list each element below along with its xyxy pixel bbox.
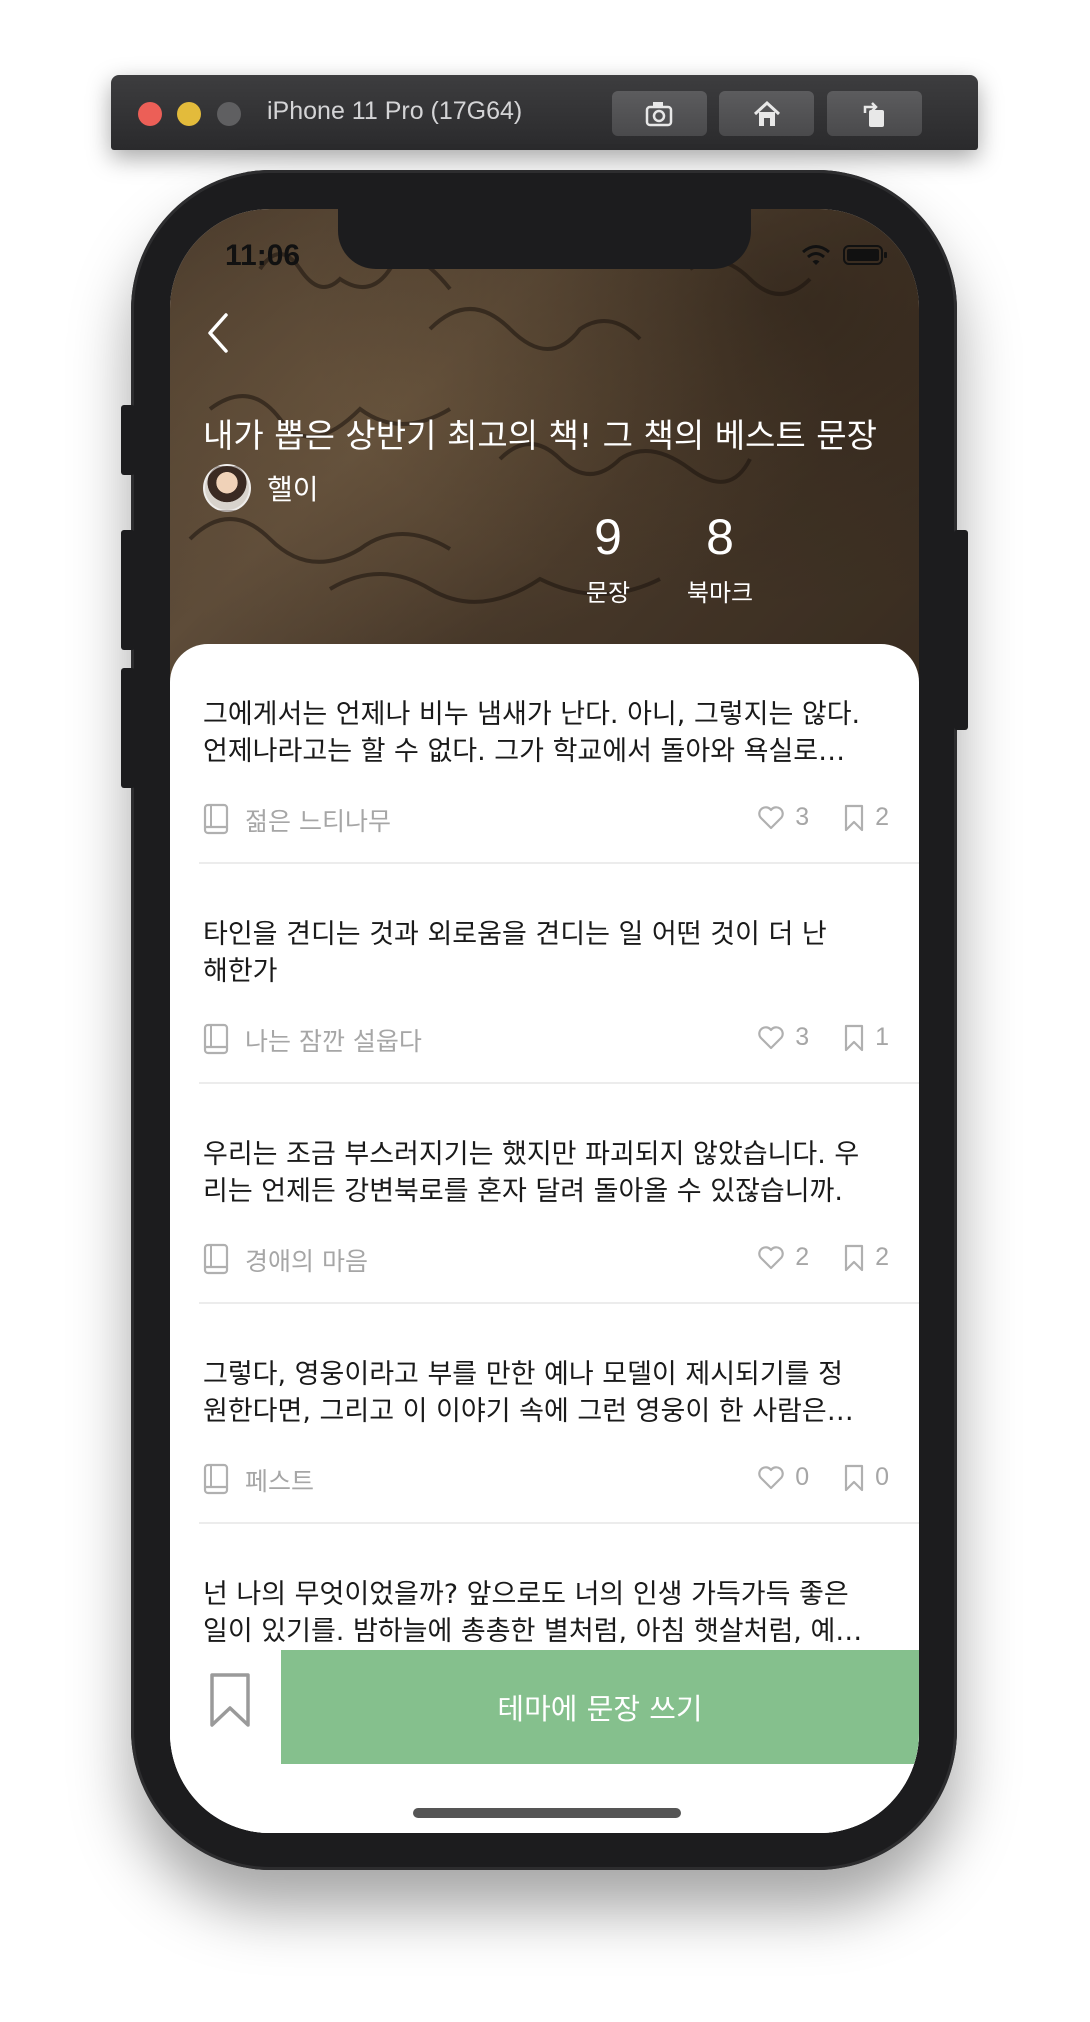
sentence-counts: 3 1	[757, 1023, 889, 1052]
sentence-item[interactable]: 그렇다, 영웅이라고 부를 만한 예나 모델이 제시되기를 정 원한다면, 그리…	[170, 1304, 919, 1524]
bookmark-count: 2	[875, 803, 889, 831]
heart-icon[interactable]	[757, 805, 785, 831]
phone-screen: 11:06 내가 뽑은 상반기 최고의 책! 그 책의 베스트 문장 핼이 9 …	[170, 209, 919, 1833]
bookmark-count-label: 북마크	[686, 579, 754, 607]
home-button[interactable]	[719, 91, 814, 136]
theme-title: 내가 뽑은 상반기 최고의 책! 그 책의 베스트 문장	[203, 416, 877, 455]
home-icon	[753, 100, 780, 126]
book-icon	[203, 1463, 229, 1495]
sentence-item[interactable]: 타인을 견디는 것과 외로움을 견디는 일 어떤 것이 더 난 해한가 나는 잠…	[170, 864, 919, 1084]
volume-down-button	[121, 668, 135, 788]
book-title: 페스트	[245, 1467, 315, 1496]
bookmark-icon[interactable]	[843, 1244, 865, 1272]
sentence-count: 9	[594, 509, 622, 565]
like-count: 0	[795, 1463, 810, 1491]
volume-up-button	[121, 530, 135, 650]
heart-icon[interactable]	[757, 1025, 785, 1051]
like-count: 2	[795, 1243, 810, 1271]
sentence-meta: 페스트 0 0	[203, 1461, 889, 1497]
book-title: 나는 잠깐 설웁다	[245, 1027, 422, 1056]
bottom-action-bar: 테마에 문장 쓰기	[170, 1650, 919, 1833]
rotate-icon	[863, 101, 884, 127]
sentence-meta: 나는 잠깐 설웁다 3 1	[203, 1021, 889, 1057]
status-icons	[801, 243, 889, 267]
sentence-counts: 3 2	[757, 803, 889, 832]
sentence-count-label: 문장	[585, 579, 631, 607]
zoom-window-button[interactable]	[217, 102, 241, 126]
power-button	[954, 530, 968, 730]
heart-icon[interactable]	[757, 1465, 785, 1491]
silent-switch	[121, 405, 135, 475]
sentence-text: 우리는 조금 부스러지기는 했지만 파괴되지 않았습니다. 우 리는 언제든 강…	[203, 1139, 860, 1207]
sentence-meta: 경애의 마음 2 2	[203, 1241, 889, 1277]
rotate-button[interactable]	[827, 91, 922, 136]
status-time: 11:06	[225, 239, 301, 272]
sentence-text: 넌 나의 무엇이었을까? 앞으로도 너의 인생 가득가득 좋은 일이 있기를. …	[203, 1579, 863, 1647]
book-icon	[203, 803, 229, 835]
bookmark-count: 8	[706, 509, 734, 565]
sentence-item[interactable]: 그에게서는 언제나 비누 냄새가 난다. 아니, 그렇지는 않다. 언제나라고는…	[170, 644, 919, 864]
simulator-title-bar: iPhone 11 Pro (17G64)	[111, 75, 978, 150]
write-sentence-button[interactable]: 테마에 문장 쓰기	[281, 1650, 919, 1764]
bookmark-count: 0	[875, 1463, 889, 1491]
simulator-title: iPhone 11 Pro (17G64)	[267, 97, 523, 125]
avatar	[203, 464, 251, 512]
book-title: 경애의 마음	[245, 1247, 368, 1276]
sentence-text: 그렇다, 영웅이라고 부를 만한 예나 모델이 제시되기를 정 원한다면, 그리…	[203, 1359, 854, 1427]
chevron-left-icon[interactable]	[200, 309, 240, 357]
bookmark-icon[interactable]	[843, 804, 865, 832]
author-name: 핼이	[267, 473, 319, 506]
bookmark-icon[interactable]	[843, 1464, 865, 1492]
screenshot-button[interactable]	[612, 91, 707, 136]
sentence-text: 타인을 견디는 것과 외로움을 견디는 일 어떤 것이 더 난 해한가	[203, 919, 827, 987]
bookmark-icon[interactable]	[205, 1670, 255, 1730]
screenshot-icon	[645, 101, 672, 126]
like-count: 3	[795, 1023, 810, 1051]
battery-icon	[843, 245, 887, 265]
book-title: 젊은 느티나무	[245, 807, 391, 836]
bookmark-count-stat: 8 북마크	[670, 507, 770, 608]
author-row[interactable]: 핼이	[203, 464, 319, 512]
close-window-button[interactable]	[138, 102, 162, 126]
sentence-text: 그에게서는 언제나 비누 냄새가 난다. 아니, 그렇지는 않다. 언제나라고는…	[203, 699, 861, 767]
minimize-window-button[interactable]	[177, 102, 201, 126]
book-icon	[203, 1023, 229, 1055]
sentence-count-stat: 9 문장	[558, 507, 658, 608]
bookmark-count: 2	[875, 1243, 889, 1271]
bookmark-icon[interactable]	[843, 1024, 865, 1052]
book-icon	[203, 1243, 229, 1275]
sentence-counts: 2 2	[757, 1243, 889, 1272]
bookmark-count: 1	[875, 1023, 889, 1051]
notch	[338, 209, 751, 269]
home-indicator	[413, 1808, 681, 1818]
sentence-meta: 젊은 느티나무 3 2	[203, 801, 889, 837]
like-count: 3	[795, 803, 810, 831]
sentence-item[interactable]: 우리는 조금 부스러지기는 했지만 파괴되지 않았습니다. 우 리는 언제든 강…	[170, 1084, 919, 1304]
sentence-counts: 0 0	[757, 1463, 889, 1492]
wifi-icon	[802, 245, 830, 265]
heart-icon[interactable]	[757, 1245, 785, 1271]
